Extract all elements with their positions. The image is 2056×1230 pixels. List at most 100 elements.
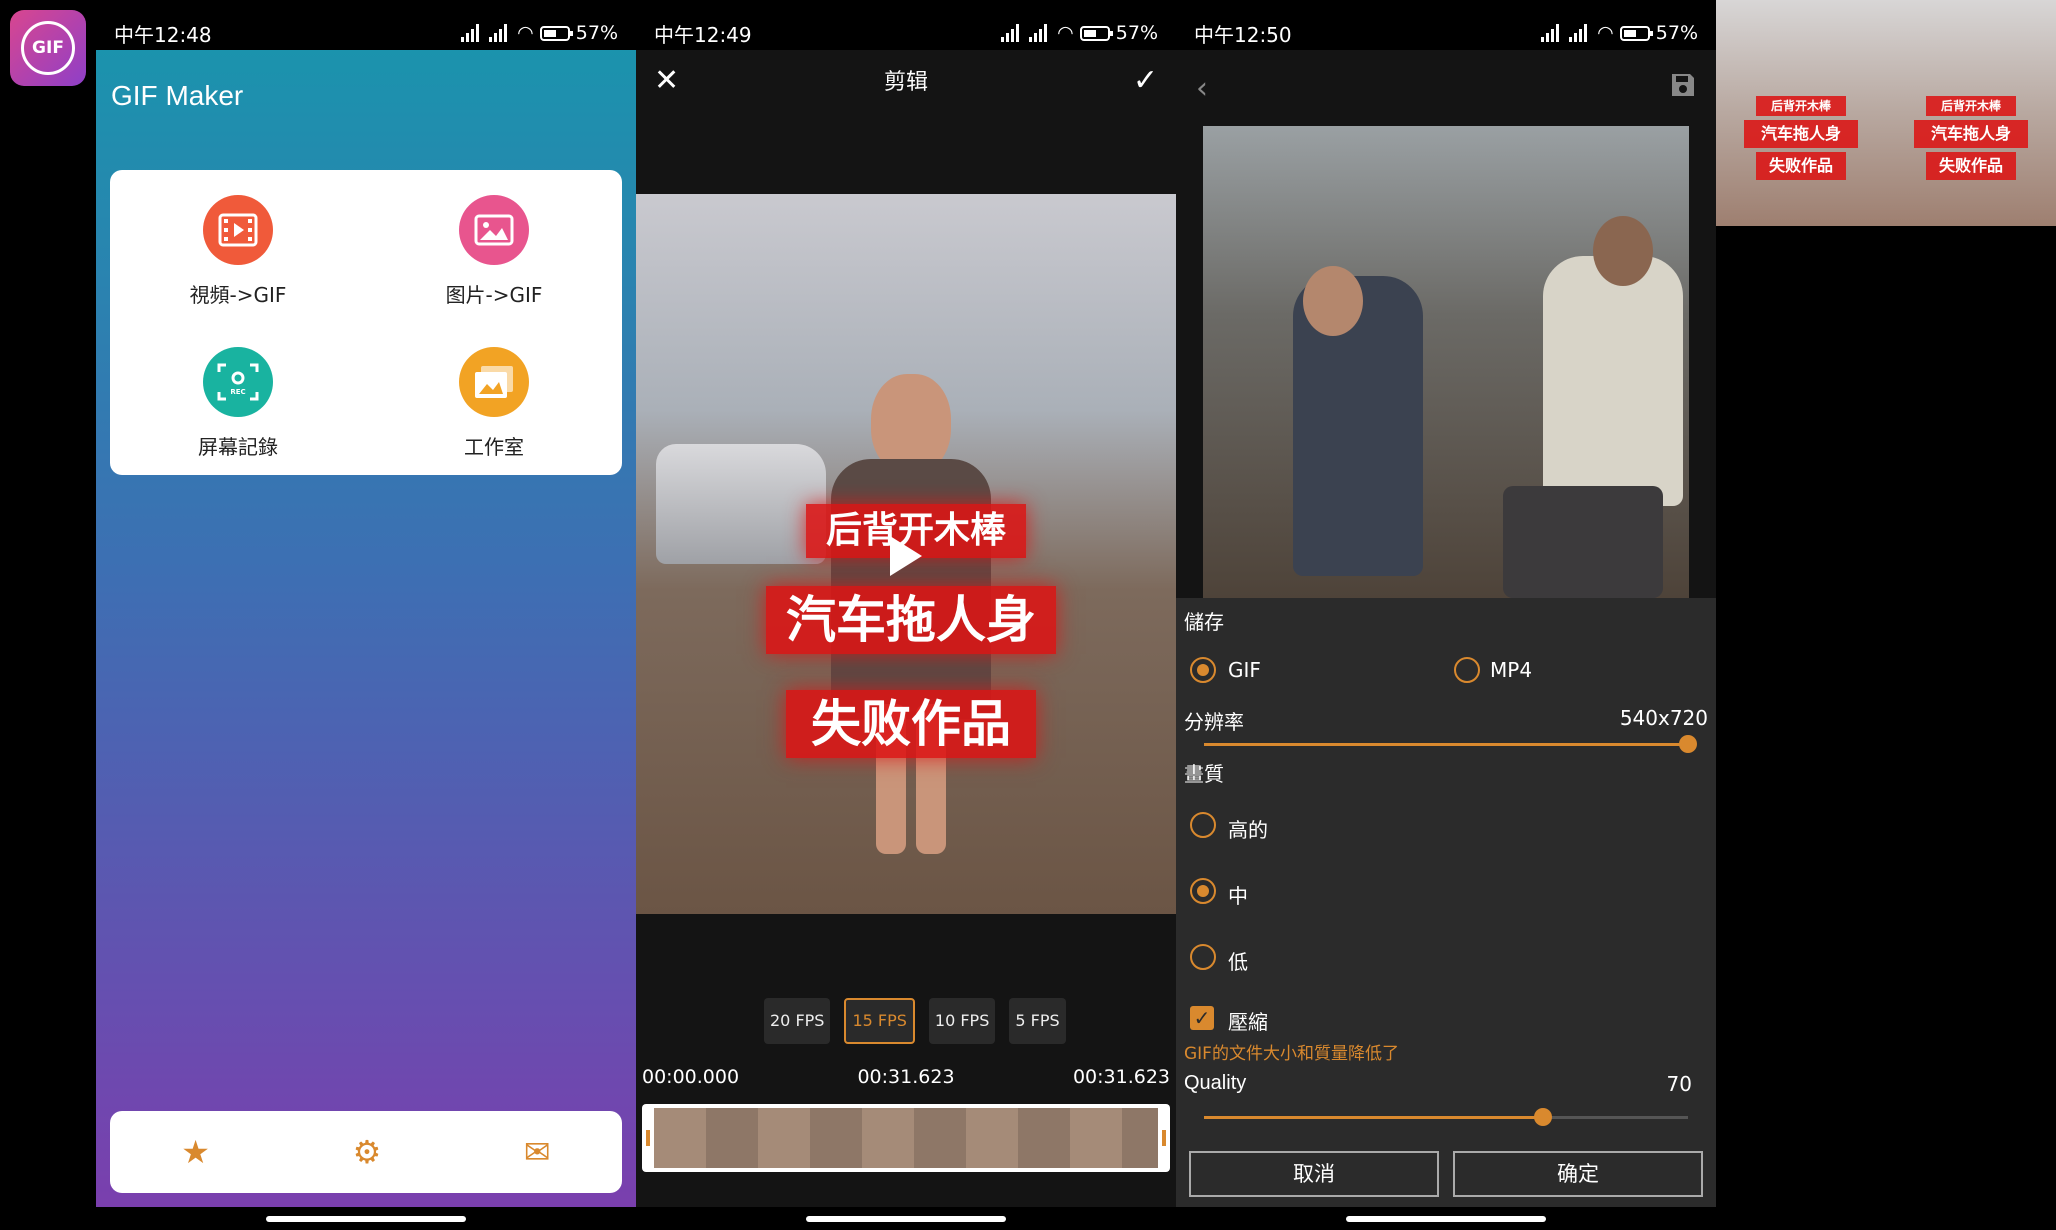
timeline-times: 00:00.000 00:31.623 00:31.623 — [642, 1066, 1170, 1088]
battery-icon — [1079, 25, 1113, 41]
video-to-gif-tile[interactable]: 視頻->GIF — [110, 170, 366, 320]
app-title: GIF Maker — [111, 80, 244, 111]
gallery-icon — [459, 347, 529, 417]
tile-label: 工作室 — [464, 435, 524, 459]
gif-thumbnail[interactable]: 后背开木棒 汽车拖人身 失败作品 — [1886, 0, 2056, 226]
quality-high-label: 高的 — [1228, 818, 1268, 842]
time-mid: 00:31.623 — [857, 1066, 955, 1088]
thumb-caption: 后背开木棒 — [1756, 96, 1846, 116]
quality-high-radio[interactable] — [1190, 812, 1216, 838]
trim-handle-start[interactable] — [646, 1130, 650, 1146]
quality-value: 70 — [1666, 1072, 1692, 1096]
resolution-slider-fill — [1204, 743, 1688, 746]
signal-icon — [1001, 24, 1020, 42]
image-icon — [459, 195, 529, 265]
home-indicator[interactable] — [806, 1216, 1006, 1222]
close-icon[interactable]: ✕ — [654, 63, 679, 98]
battery-icon — [539, 25, 573, 41]
status-time: 中午12:49 — [654, 22, 752, 47]
signal-icon — [1029, 24, 1048, 42]
home-indicator[interactable] — [266, 1216, 466, 1222]
status-time: 中午12:48 — [114, 22, 212, 47]
status-icons: ◠ 57% — [1541, 22, 1698, 44]
figure-head — [1593, 216, 1653, 286]
figure-shape — [1543, 256, 1683, 506]
image-to-gif-tile[interactable]: 图片->GIF — [366, 170, 622, 320]
compress-checkbox[interactable]: ✓ — [1190, 1006, 1214, 1030]
feature-card: 視頻->GIF 图片->GIF REC 屏幕記錄 工作室 — [110, 170, 622, 475]
trim-handle-end[interactable] — [1162, 1130, 1166, 1146]
film-icon — [203, 195, 273, 265]
cancel-button[interactable]: 取消 — [1189, 1151, 1439, 1197]
export-settings-screen: ‹ 儲存 GIF MP4 分辨率 540x720 畫質 高的 中 低 ✓ 壓縮 … — [1176, 50, 1716, 1207]
screen-record-tile[interactable]: REC 屏幕記錄 — [110, 322, 366, 472]
check-icon[interactable]: ✓ — [1133, 63, 1158, 98]
fps-option-10[interactable]: 10 FPS — [928, 998, 996, 1044]
trim-toolbar: ✕ 剪辑 ✓ — [636, 50, 1176, 110]
compress-note: GIF的文件大小和質量降低了 — [1184, 1044, 1399, 1064]
quality-section-label: 畫質 — [1184, 762, 1224, 786]
figure-legs — [1503, 486, 1663, 598]
studio-tile[interactable]: 工作室 — [366, 322, 622, 472]
thumb-caption: 汽车拖人身 — [1744, 120, 1858, 148]
status-icons: ◠ 57% — [461, 22, 618, 44]
fps-selector: 20 FPS 15 FPS 10 FPS 5 FPS — [764, 998, 1066, 1044]
fps-option-5[interactable]: 5 FPS — [1009, 998, 1066, 1044]
video-preview[interactable]: 后背开木棒 汽车拖人身 失败作品 — [636, 194, 1176, 914]
video-caption: 失败作品 — [786, 690, 1036, 758]
timeline-frames — [654, 1108, 1158, 1168]
gif-app-icon[interactable]: GIF — [10, 10, 86, 86]
quality-label: Quality — [1184, 1072, 1247, 1094]
quality-slider-fill — [1204, 1116, 1543, 1119]
resolution-slider-knob[interactable] — [1679, 735, 1697, 753]
battery-percent: 57% — [1655, 22, 1698, 44]
wifi-icon: ◠ — [1057, 22, 1074, 44]
back-icon[interactable]: ‹ — [1196, 71, 1208, 106]
wifi-icon: ◠ — [1597, 22, 1614, 44]
gif-preview — [1203, 126, 1689, 598]
home-indicator[interactable] — [1346, 1216, 1546, 1222]
quality-mid-radio[interactable] — [1190, 878, 1216, 904]
signal-icon — [489, 24, 508, 42]
battery-icon — [1619, 25, 1653, 41]
video-trim-screen: ✕ 剪辑 ✓ 后背开木棒 汽车拖人身 失败作品 20 FPS 15 FPS 10… — [636, 50, 1176, 1207]
signal-icon — [1541, 24, 1560, 42]
quality-low-radio[interactable] — [1190, 944, 1216, 970]
star-icon[interactable]: ★ — [181, 1133, 210, 1171]
format-gif-radio[interactable] — [1190, 657, 1216, 683]
quality-low-label: 低 — [1228, 950, 1248, 974]
status-icons: ◠ 57% — [1001, 22, 1158, 44]
resolution-value: 540x720 — [1619, 706, 1708, 730]
svg-text:REC: REC — [230, 388, 245, 396]
save-icon[interactable] — [1670, 71, 1696, 106]
compress-label: 壓縮 — [1228, 1010, 1268, 1034]
thumb-caption: 后背开木棒 — [1926, 96, 2016, 116]
resolution-label: 分辨率 — [1184, 710, 1244, 734]
quality-mid-label: 中 — [1228, 884, 1248, 908]
gear-icon[interactable]: ⚙ — [353, 1133, 382, 1171]
car-shape — [656, 444, 826, 564]
thumb-caption: 失败作品 — [1926, 152, 2016, 180]
timeline-strip[interactable] — [642, 1104, 1170, 1172]
tile-label: 屏幕記錄 — [198, 435, 278, 459]
tile-label: 图片->GIF — [445, 283, 543, 307]
video-caption: 汽车拖人身 — [766, 586, 1056, 654]
screen-title: 剪辑 — [883, 70, 928, 95]
gif-app-icon-label: GIF — [32, 38, 64, 58]
format-mp4-radio[interactable] — [1454, 657, 1480, 683]
format-mp4-label: MP4 — [1490, 658, 1533, 682]
quality-slider-knob[interactable] — [1534, 1108, 1552, 1126]
confirm-button[interactable]: 确定 — [1453, 1151, 1703, 1197]
gif-maker-home-screen: GIF Maker 視頻->GIF 图片->GIF REC 屏幕記錄 工作室 ★… — [96, 50, 636, 1207]
thumb-caption: 失败作品 — [1756, 152, 1846, 180]
time-end: 00:31.623 — [1072, 1066, 1170, 1088]
fps-option-20[interactable]: 20 FPS — [764, 998, 831, 1044]
fps-option-15[interactable]: 15 FPS — [844, 998, 915, 1044]
mail-icon[interactable]: ✉ — [524, 1133, 551, 1171]
save-section-label: 儲存 — [1184, 610, 1224, 634]
wifi-icon: ◠ — [517, 22, 534, 44]
gif-thumbnail[interactable]: 后背开木棒 汽车拖人身 失败作品 — [1716, 0, 1886, 226]
export-settings-panel: 儲存 GIF MP4 分辨率 540x720 畫質 高的 中 低 ✓ 壓縮 GI… — [1176, 598, 1716, 1207]
play-icon[interactable] — [890, 536, 922, 576]
signal-icon — [461, 24, 480, 42]
